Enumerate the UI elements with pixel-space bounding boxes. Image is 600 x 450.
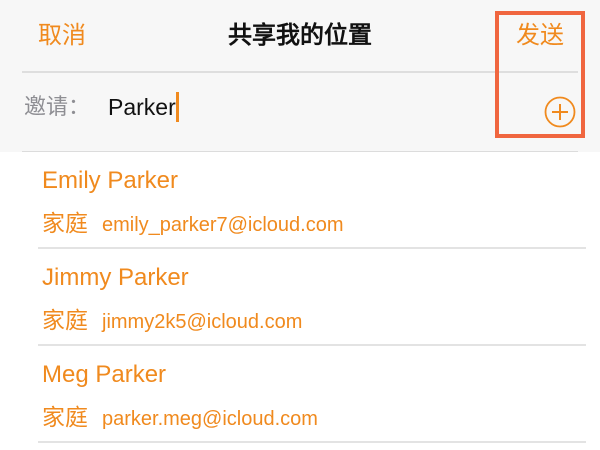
contact-email: jimmy2k5@icloud.com — [102, 311, 303, 333]
invite-row: 邀请： — [0, 73, 600, 152]
contact-type: 家庭 — [42, 210, 88, 236]
contact-type: 家庭 — [42, 404, 88, 430]
navigation-bar: 取消 共享我的位置 发送 — [0, 0, 600, 72]
list-divider — [38, 441, 586, 443]
plus-circle-icon[interactable] — [544, 96, 576, 128]
contact-item-jimmy[interactable]: Jimmy Parker 家庭 jimmy2k5@icloud.com — [0, 249, 600, 346]
invite-input[interactable] — [106, 89, 488, 125]
contact-name: Emily Parker — [42, 167, 179, 194]
contact-type: 家庭 — [42, 307, 88, 333]
contact-item-meg[interactable]: Meg Parker 家庭 parker.meg@icloud.com — [0, 346, 600, 443]
page-title: 共享我的位置 — [228, 22, 372, 49]
top-panel: 取消 共享我的位置 发送 邀请： — [0, 0, 600, 152]
contact-item-emily[interactable]: Emily Parker 家庭 emily_parker7@icloud.com — [0, 152, 600, 249]
text-cursor — [176, 92, 179, 122]
invite-label: 邀请： — [24, 94, 91, 119]
add-contact-icon — [544, 96, 576, 128]
contact-email: emily_parker7@icloud.com — [102, 214, 344, 236]
contact-list: Emily Parker 家庭 emily_parker7@icloud.com… — [0, 152, 600, 443]
contact-email: parker.meg@icloud.com — [102, 408, 318, 430]
contact-name: Jimmy Parker — [42, 264, 189, 291]
send-button[interactable]: 发送 — [516, 21, 564, 51]
contact-name: Meg Parker — [42, 361, 167, 388]
